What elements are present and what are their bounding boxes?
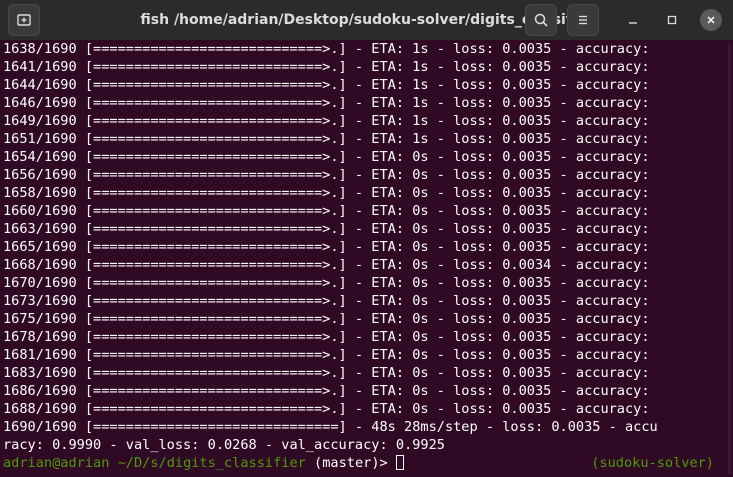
close-button[interactable]: [699, 8, 723, 32]
output-line: 1678/1690 [============================>…: [3, 329, 650, 345]
terminal-window: fish /home/adrian/Desktop/sudoku-solver/…: [0, 0, 733, 477]
hamburger-menu-icon: [579, 15, 587, 25]
new-tab-button[interactable]: [8, 4, 40, 36]
output-line: 1663/1690 [============================>…: [3, 221, 650, 237]
output-line: 1660/1690 [============================>…: [3, 203, 650, 219]
minimize-icon: [629, 22, 637, 24]
output-line: 1681/1690 [============================>…: [3, 347, 650, 363]
output-line: 1673/1690 [============================>…: [3, 293, 650, 309]
output-line: 1644/1690 [============================>…: [3, 77, 650, 93]
output-line: 1683/1690 [============================>…: [3, 365, 650, 381]
text-cursor: [395, 455, 404, 470]
output-line: 1690/1690 [=============================…: [3, 419, 658, 435]
output-line: 1651/1690 [============================>…: [3, 131, 650, 147]
output-line: 1638/1690 [============================>…: [3, 41, 650, 57]
output-line: 1654/1690 [============================>…: [3, 149, 650, 165]
shell-prompt[interactable]: adrian@adrian ~/D/s/digits_classifier (m…: [3, 454, 733, 472]
terminal-output[interactable]: 1638/1690 [============================>…: [0, 40, 733, 477]
menu-button[interactable]: [567, 4, 599, 36]
output-line: 1665/1690 [============================>…: [3, 239, 650, 255]
output-line: 1649/1690 [============================>…: [3, 113, 650, 129]
output-line: 1675/1690 [============================>…: [3, 311, 650, 327]
output-line: racy: 0.9990 - val_loss: 0.0268 - val_ac…: [3, 437, 445, 453]
title-bar[interactable]: fish /home/adrian/Desktop/sudoku-solver/…: [0, 0, 733, 41]
prompt-git-branch: (master)>: [314, 455, 388, 471]
output-line: 1641/1690 [============================>…: [3, 59, 650, 75]
scrollbar[interactable]: [728, 44, 731, 474]
output-line: 1656/1690 [============================>…: [3, 167, 650, 183]
prompt-cwd: ~/D/s/digits_classifier: [117, 455, 306, 471]
new-tab-icon: [17, 14, 31, 26]
output-line: 1646/1690 [============================>…: [3, 95, 650, 111]
output-line: 1658/1690 [============================>…: [3, 185, 650, 201]
maximize-icon: [667, 15, 677, 25]
right-prompt-virtualenv: (sudoku-solver): [591, 455, 714, 471]
search-button[interactable]: [525, 4, 557, 36]
search-icon: [534, 13, 548, 27]
output-line: 1670/1690 [============================>…: [3, 275, 650, 291]
prompt-user-host: adrian@adrian: [3, 455, 110, 471]
minimize-button[interactable]: [621, 8, 645, 32]
maximize-button[interactable]: [660, 8, 684, 32]
output-line: 1686/1690 [============================>…: [3, 383, 650, 399]
output-line: 1668/1690 [============================>…: [3, 257, 650, 273]
output-line: 1688/1690 [============================>…: [3, 401, 650, 417]
close-icon: [707, 16, 715, 24]
